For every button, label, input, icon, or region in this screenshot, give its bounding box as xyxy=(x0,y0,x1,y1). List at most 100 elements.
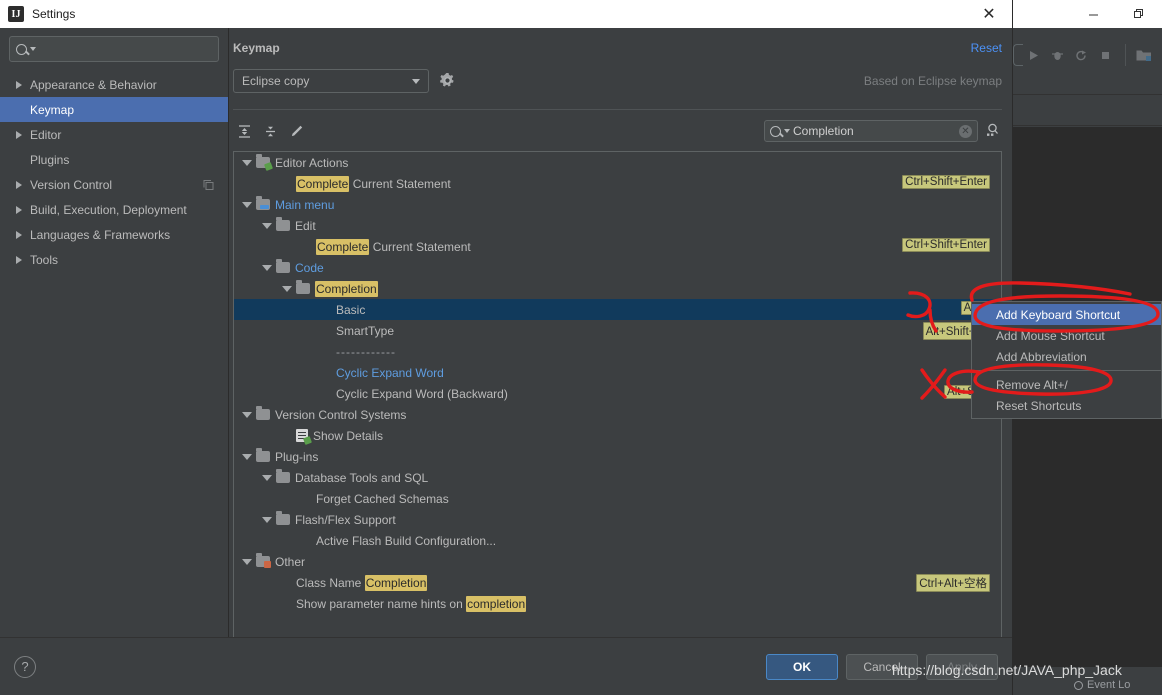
cancel-button[interactable]: Cancel xyxy=(846,653,918,680)
chevron-down-icon[interactable] xyxy=(242,453,252,460)
shortcut-badge[interactable]: Ctrl+Shift+Enter xyxy=(902,175,990,189)
chevron-down-icon[interactable] xyxy=(242,411,252,418)
sidebar-item-languages-frameworks[interactable]: Languages & Frameworks xyxy=(0,222,228,247)
run-icon[interactable] xyxy=(1023,45,1043,65)
folder-green-icon xyxy=(256,154,270,168)
chevron-down-icon xyxy=(30,47,36,51)
keymap-tree[interactable]: Editor Actions Complete Current Statement… xyxy=(233,151,1002,651)
footer-buttons: OK Cancel Apply xyxy=(766,653,998,680)
tree-row[interactable]: Cyclic Expand Word xyxy=(234,362,1001,383)
sidebar-item-editor[interactable]: Editor xyxy=(0,122,228,147)
chevron-down-icon[interactable] xyxy=(262,474,272,481)
pencil-edit-icon[interactable] xyxy=(285,122,307,140)
tree-row[interactable]: Editor Actions xyxy=(234,152,1001,173)
tree-row-label: SmartType xyxy=(336,323,395,338)
copy-icon xyxy=(203,179,214,190)
gear-icon[interactable] xyxy=(439,72,457,90)
folder-icon xyxy=(276,259,290,273)
tree-row[interactable]: Show Details xyxy=(234,425,1001,446)
tree-row[interactable]: Cyclic Expand Word (Backward) Alt+Shif xyxy=(234,383,1001,404)
apply-button[interactable]: Apply xyxy=(926,653,998,680)
sidebar-item-build-execution-deployment[interactable]: Build, Execution, Deployment xyxy=(0,197,228,222)
tree-row[interactable]: Class Name Completion Ctrl+Alt+空格 xyxy=(234,572,1001,593)
page-title: Keymap xyxy=(233,41,280,55)
tree-row-label: Main menu xyxy=(275,197,335,212)
chevron-down-icon[interactable] xyxy=(262,264,272,271)
tree-row[interactable]: SmartType Alt+Shift+空 xyxy=(234,320,1001,341)
tree-row-text: Class Name xyxy=(296,575,365,590)
search-match-highlight: Complete xyxy=(316,238,370,255)
tree-row[interactable]: Completion xyxy=(234,278,1001,299)
keymap-select[interactable]: Eclipse copy xyxy=(233,69,429,93)
tree-row-label: Active Flash Build Configuration... xyxy=(316,533,497,548)
sidebar-item-label: Tools xyxy=(30,252,59,267)
close-icon[interactable]: ✕ xyxy=(974,0,1004,28)
sidebar-item-label: Languages & Frameworks xyxy=(30,227,171,242)
ok-button[interactable]: OK xyxy=(766,653,838,680)
chevron-down-icon[interactable] xyxy=(262,222,272,229)
tree-row[interactable]: ------------ xyxy=(234,341,1001,362)
filter-search-box[interactable]: ✕ xyxy=(764,120,978,142)
expand-all-icon[interactable] xyxy=(233,122,255,140)
menu-item-remove-alt[interactable]: Remove Alt+/ xyxy=(972,374,1161,395)
menu-item-add-mouse-shortcut[interactable]: Add Mouse Shortcut xyxy=(972,325,1161,346)
chevron-down-icon[interactable] xyxy=(242,558,252,565)
event-log-status[interactable]: Event Lo xyxy=(1074,679,1130,691)
tree-row[interactable]: Database Tools and SQL xyxy=(234,467,1001,488)
tree-row-label: Plug-ins xyxy=(275,449,319,464)
sidebar-item-appearance-behavior[interactable]: Appearance & Behavior xyxy=(0,72,228,97)
clear-circle-icon[interactable]: ✕ xyxy=(959,124,972,138)
tree-row[interactable]: Complete Current Statement Ctrl+Shift+Ent… xyxy=(234,173,1001,194)
sidebar-item-keymap[interactable]: Keymap xyxy=(0,97,228,122)
shortcut-badge[interactable]: Ctrl+Shift+Enter xyxy=(902,238,990,252)
help-button[interactable]: ? xyxy=(14,655,36,678)
tree-row[interactable]: Edit xyxy=(234,215,1001,236)
restore-icon[interactable] xyxy=(1116,0,1162,28)
collapse-all-icon[interactable] xyxy=(259,122,281,140)
chevron-right-icon xyxy=(16,180,22,189)
menu-item-add-abbreviation[interactable]: Add Abbreviation xyxy=(972,346,1161,367)
tree-row[interactable]: Plug-ins xyxy=(234,446,1001,467)
sidebar-item-label: Build, Execution, Deployment xyxy=(30,202,187,217)
tree-row[interactable]: Forget Cached Schemas xyxy=(234,488,1001,509)
pane-header: Keymap Reset xyxy=(233,28,1002,55)
shortcut-badge[interactable]: Ctrl+Alt+空格 xyxy=(916,574,990,592)
tree-row[interactable]: Active Flash Build Configuration... xyxy=(234,530,1001,551)
tree-row[interactable]: BasicAlt+/ xyxy=(234,299,1001,320)
shortcut-context-menu[interactable]: Add Keyboard Shortcut Add Mouse Shortcut A… xyxy=(971,301,1162,419)
event-log-icon xyxy=(1074,680,1083,690)
folder-icon xyxy=(256,406,270,420)
chevron-down-icon[interactable] xyxy=(242,201,252,208)
tree-row[interactable]: Complete Current Statement Ctrl+Shift+Ent… xyxy=(234,236,1001,257)
tree-row[interactable]: Show parameter name hints on completion xyxy=(234,593,1001,614)
tree-row-label: Version Control Systems xyxy=(275,407,407,422)
find-by-shortcut-icon[interactable] xyxy=(984,122,1002,140)
tree-row[interactable]: Flash/Flex Support xyxy=(234,509,1001,530)
chevron-down-icon xyxy=(784,129,790,133)
sidebar-item-version-control[interactable]: Version Control xyxy=(0,172,228,197)
tree-row[interactable]: Main menu xyxy=(234,194,1001,215)
project-icon[interactable] xyxy=(1134,45,1154,65)
document-green-icon xyxy=(296,429,308,442)
filter-input[interactable] xyxy=(793,124,956,138)
rerun-icon[interactable] xyxy=(1071,45,1091,65)
minimize-icon[interactable] xyxy=(1070,0,1116,28)
stop-icon[interactable] xyxy=(1095,45,1115,65)
chevron-down-icon[interactable] xyxy=(282,285,292,292)
tree-row[interactable]: Version Control Systems xyxy=(234,404,1001,425)
tree-row[interactable]: Code xyxy=(234,257,1001,278)
sidebar-item-plugins[interactable]: Plugins xyxy=(0,147,228,172)
search-input[interactable] xyxy=(39,42,212,56)
tree-row[interactable]: Other xyxy=(234,551,1001,572)
reset-link[interactable]: Reset xyxy=(971,41,1002,55)
tree-row-label: Edit xyxy=(295,218,316,233)
menu-item-reset-shortcuts[interactable]: Reset Shortcuts xyxy=(972,395,1161,416)
tree-row-label: Cyclic Expand Word xyxy=(336,365,444,380)
sidebar-search-box[interactable] xyxy=(9,36,219,62)
chevron-down-icon[interactable] xyxy=(262,516,272,523)
tree-row-label: Editor Actions xyxy=(275,155,349,170)
sidebar-item-tools[interactable]: Tools xyxy=(0,247,228,272)
chevron-down-icon[interactable] xyxy=(242,159,252,166)
debug-icon[interactable] xyxy=(1047,45,1067,65)
menu-item-add-keyboard-shortcut[interactable]: Add Keyboard Shortcut xyxy=(972,304,1161,325)
